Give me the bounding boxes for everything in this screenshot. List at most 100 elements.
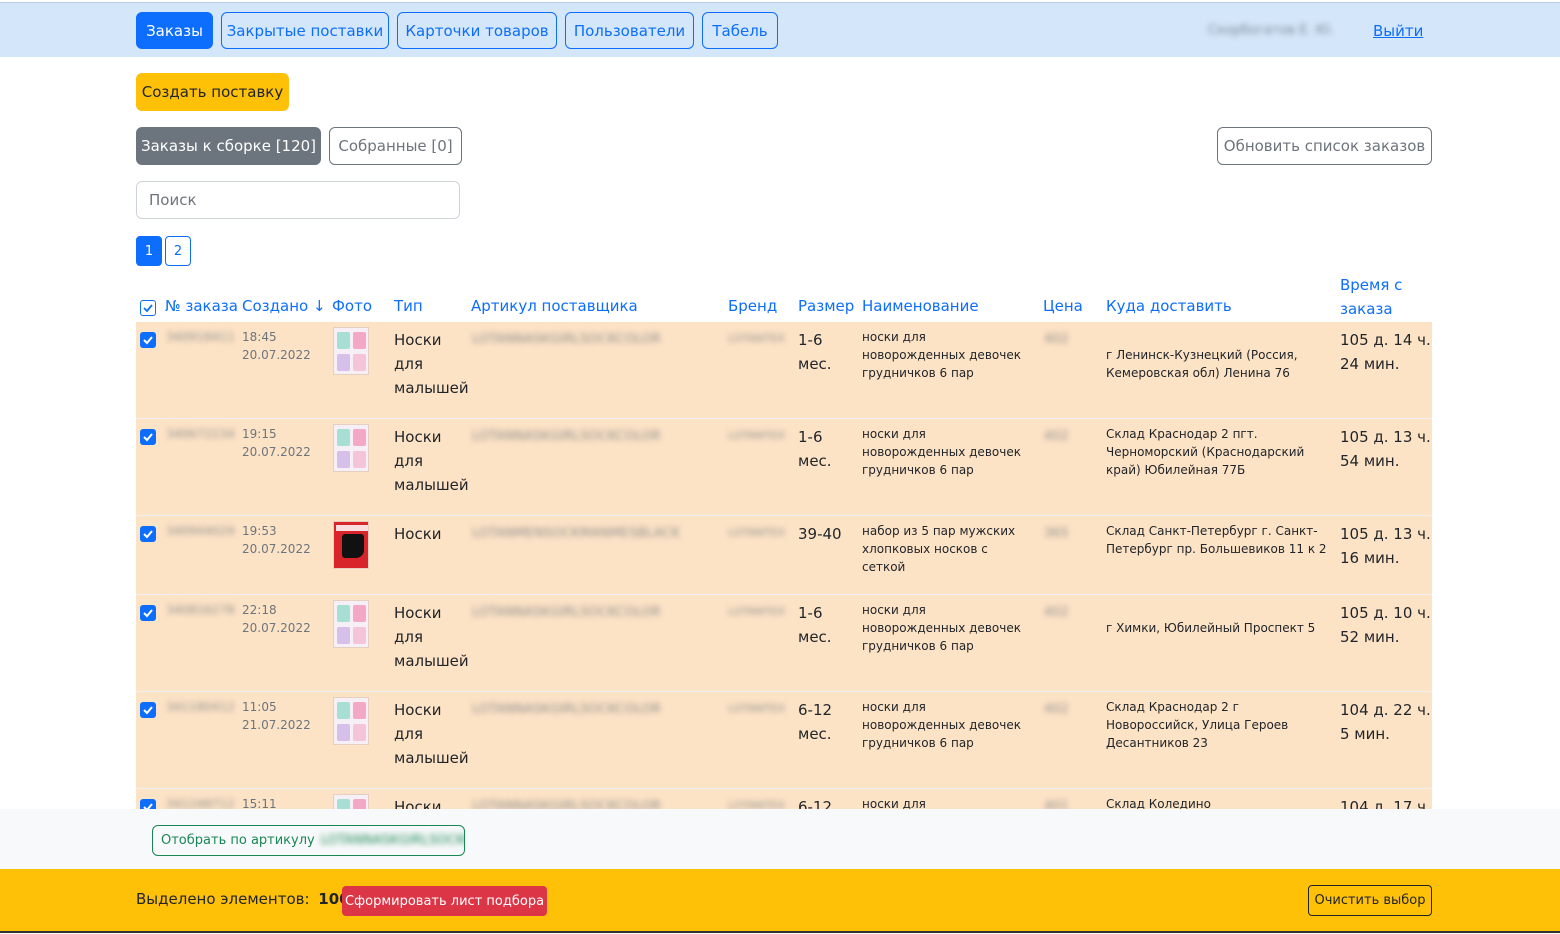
product-type: Носки для малышей xyxy=(394,331,469,397)
row-checkbox[interactable] xyxy=(140,702,156,718)
select-all-checkbox[interactable] xyxy=(140,300,156,316)
nav-timesheet-button[interactable]: Табель xyxy=(702,12,778,49)
nav-closed-supplies-button[interactable]: Закрытые поставки xyxy=(221,12,389,49)
delivery-address: г Ленинск-Кузнецкий (Россия, Кемеровская… xyxy=(1106,348,1298,380)
column-type[interactable]: Тип xyxy=(394,297,423,315)
supplier-article: LOTANNASKGIRLSOCKCOLOR xyxy=(472,799,661,809)
created-datetime: 18:45 20.07.2022 xyxy=(242,328,311,364)
created-datetime: 19:15 20.07.2022 xyxy=(242,425,311,461)
column-name[interactable]: Наименование xyxy=(862,297,979,315)
product-name: набор из 5 пар мужских хлопковых носков … xyxy=(862,524,1016,574)
selection-label: Выделено элементов: xyxy=(136,890,310,908)
created-time: 19:53 xyxy=(242,524,277,538)
nav-product-cards-button[interactable]: Карточки товаров xyxy=(397,12,557,49)
table-row[interactable]: 341248712 15:1121.07.2022 Носки для малыше… xyxy=(136,789,1432,809)
product-type: Носки для малышей xyxy=(394,428,469,494)
supplier-article: LOTANNASKGIRLSOCKCOLOR xyxy=(472,429,661,444)
size: 1-6 мес. xyxy=(798,331,832,373)
time-since-order: 104 д. 17 ч. xyxy=(1340,798,1431,809)
price: 402 xyxy=(1044,429,1069,444)
product-type: Носки для малышей xyxy=(394,798,442,809)
nav-users-button[interactable]: Пользователи xyxy=(565,12,694,49)
time-since-order: 105 д. 13 ч. 54 мин. xyxy=(1340,428,1431,470)
table-row[interactable]: 340816278 22:18 20.07.2022 Носки для малыше… xyxy=(136,595,1432,692)
created-datetime: 19:53 20.07.2022 xyxy=(242,522,311,558)
row-checkbox[interactable] xyxy=(140,605,156,621)
product-photo[interactable] xyxy=(333,424,369,472)
tab-orders-to-assemble[interactable]: Заказы к сборке [120] xyxy=(136,127,321,165)
row-checkbox[interactable] xyxy=(140,526,156,542)
created-time: 19:15 xyxy=(242,427,277,441)
filter-label: Отобрать по артикулу xyxy=(161,833,315,848)
table-row[interactable]: 340918411 18:45 20.07.2022 Носки для малыше… xyxy=(136,322,1432,419)
column-brand[interactable]: Бренд xyxy=(728,297,777,315)
brand: LOTANTEX xyxy=(728,429,786,442)
created-time: 11:05 xyxy=(242,700,277,714)
row-checkbox[interactable] xyxy=(140,332,156,348)
order-number: 341180412 xyxy=(166,700,235,714)
selection-info: Выделено элементов: 100 xyxy=(136,890,350,908)
created-datetime: 11:05 21.07.2022 xyxy=(242,698,311,734)
top-navbar: Заказы Закрытые поставки Карточки товаро… xyxy=(0,2,1560,57)
product-photo[interactable] xyxy=(333,697,369,745)
refresh-orders-button[interactable]: Обновить список заказов xyxy=(1217,127,1432,165)
column-elapsed[interactable]: Время с заказа xyxy=(1340,273,1410,321)
delivery-address: г Химки, Юбилейный Проспект 5 xyxy=(1106,621,1316,635)
row-checkbox[interactable] xyxy=(140,429,156,445)
create-supply-button[interactable]: Создать поставку xyxy=(136,73,289,111)
supplier-article: LOTANNASKGIRLSOCKCOLOR xyxy=(472,332,661,347)
delivery-address: Склад Коледино xyxy=(1106,797,1211,809)
created-date: 20.07.2022 xyxy=(242,621,311,635)
size: 1-6 мес. xyxy=(798,428,832,470)
column-created[interactable]: Создано ↓ xyxy=(242,297,326,315)
brand: LOTANTEX xyxy=(728,702,786,715)
column-order-number[interactable]: № заказа xyxy=(165,297,238,315)
product-type: Носки для малышей xyxy=(394,604,469,670)
search-input[interactable] xyxy=(136,181,460,219)
brand: LOTANTEX xyxy=(728,526,786,539)
size: 6-12 мес. xyxy=(798,798,833,809)
column-size[interactable]: Размер xyxy=(798,297,854,315)
created-datetime: 15:1121.07.2022 xyxy=(242,795,311,809)
created-date: 20.07.2022 xyxy=(242,348,311,362)
row-checkbox[interactable] xyxy=(140,799,156,809)
column-price[interactable]: Цена xyxy=(1043,297,1083,315)
created-date: 21.07.2022 xyxy=(242,718,311,732)
product-name: носки для новорожденных девочек грудничк… xyxy=(862,427,1021,477)
product-name: носки для новорожденных девочек грудничк… xyxy=(862,603,1021,653)
tab-assembled[interactable]: Собранные [0] xyxy=(329,127,462,165)
supplier-article: LOTANMENSOCKMANMESBLACK xyxy=(472,526,681,541)
clear-selection-button[interactable]: Очистить выбор xyxy=(1308,885,1432,916)
order-number: 341248712 xyxy=(166,797,235,809)
table-row[interactable]: 340672234 19:15 20.07.2022 Носки для малыше… xyxy=(136,419,1432,516)
table-row[interactable]: 340944029 19:53 20.07.2022 Носки LOTANMENSOC… xyxy=(136,516,1432,595)
column-article[interactable]: Артикул поставщика xyxy=(471,297,638,315)
order-number: 340918411 xyxy=(166,330,235,344)
filter-article: LOTANNASKGIRLSOCKCOLOR xyxy=(320,833,465,848)
logout-link[interactable]: Выйти xyxy=(1373,22,1423,40)
size: 1-6 мес. xyxy=(798,604,832,646)
product-photo[interactable] xyxy=(333,521,369,569)
nav-orders-button[interactable]: Заказы xyxy=(136,12,213,49)
orders-table: 340918411 18:45 20.07.2022 Носки для малыше… xyxy=(136,322,1432,809)
time-since-order: 104 д. 22 ч. 5 мин. xyxy=(1340,701,1431,743)
product-type: Носки xyxy=(394,525,442,543)
column-photo[interactable]: Фото xyxy=(332,297,372,315)
form-pick-list-button[interactable]: Сформировать лист подбора xyxy=(342,886,547,916)
order-number: 340816278 xyxy=(166,603,235,617)
size: 6-12 мес. xyxy=(798,701,833,743)
product-photo[interactable] xyxy=(333,794,369,809)
delivery-address: Склад Краснодар 2 пгт. Черноморский (Кра… xyxy=(1106,427,1305,477)
filter-by-article-button[interactable]: Отобрать по артикулу LOTANNASKGIRLSOCKCO… xyxy=(152,825,465,856)
page-button-1[interactable]: 1 xyxy=(136,236,162,266)
page-button-2[interactable]: 2 xyxy=(165,236,191,266)
table-row[interactable]: 341180412 11:05 21.07.2022 Носки для малыше… xyxy=(136,692,1432,789)
column-address[interactable]: Куда доставить xyxy=(1106,297,1232,315)
time-since-order: 105 д. 13 ч. 16 мин. xyxy=(1340,525,1431,567)
product-photo[interactable] xyxy=(333,600,369,648)
product-name: носки для новорожденных девочек грудничк… xyxy=(862,797,926,809)
created-time: 22:18 xyxy=(242,603,277,617)
product-photo[interactable] xyxy=(333,327,369,375)
price: 402 xyxy=(1044,702,1069,717)
time-since-order: 105 д. 14 ч. 24 мин. xyxy=(1340,331,1431,373)
